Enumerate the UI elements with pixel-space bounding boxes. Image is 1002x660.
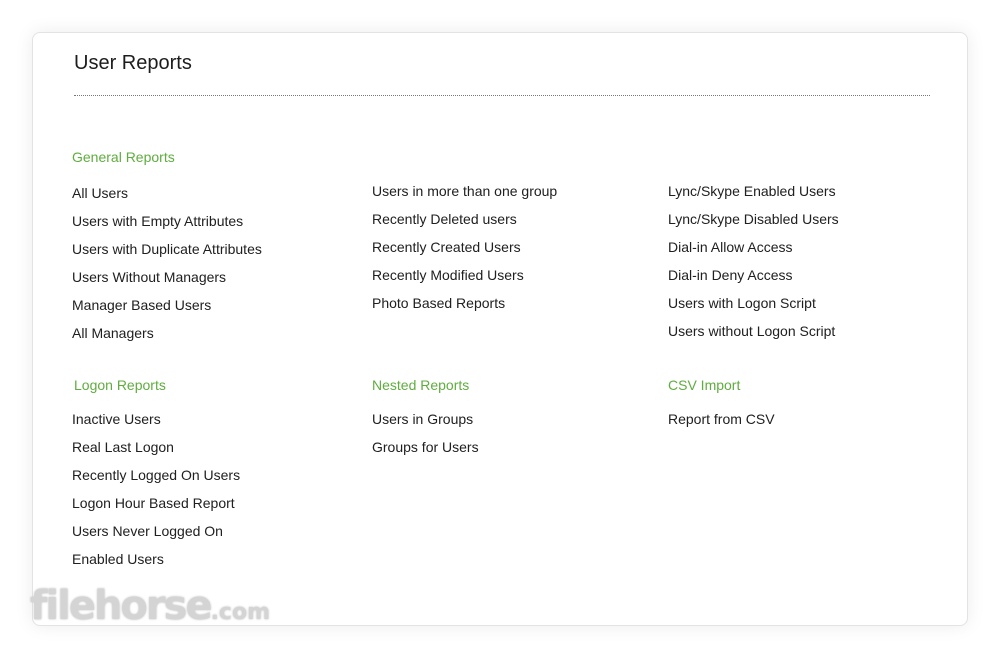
report-link[interactable]: Users with Empty Attributes [72, 212, 262, 240]
section-title-logon-reports: Logon Reports [74, 377, 166, 393]
report-link[interactable]: Users in more than one group [372, 182, 557, 210]
section-title-general-reports: General Reports [72, 149, 175, 165]
report-link[interactable]: Enabled Users [72, 550, 240, 578]
report-link[interactable]: Real Last Logon [72, 438, 240, 466]
report-link[interactable]: Report from CSV [668, 410, 775, 438]
report-link[interactable]: Recently Created Users [372, 238, 557, 266]
logon-reports-list: Inactive Users Real Last Logon Recently … [72, 410, 240, 578]
nested-reports-list: Users in Groups Groups for Users [372, 410, 479, 466]
filehorse-watermark-logo: filehorse.com [30, 586, 270, 626]
watermark-brand: filehorse [30, 583, 213, 629]
report-link[interactable]: Photo Based Reports [372, 294, 557, 322]
general-reports-column-3: Lync/Skype Enabled Users Lync/Skype Disa… [668, 182, 839, 350]
report-link[interactable]: Logon Hour Based Report [72, 494, 240, 522]
section-title-csv-import: CSV Import [668, 377, 741, 393]
report-link[interactable]: Recently Logged On Users [72, 466, 240, 494]
report-link[interactable]: Inactive Users [72, 410, 240, 438]
section-title-nested-reports: Nested Reports [372, 377, 470, 393]
csv-import-list: Report from CSV [668, 410, 775, 438]
report-link[interactable]: Users Without Managers [72, 268, 262, 296]
general-reports-column-1: All Users Users with Empty Attributes Us… [72, 184, 262, 352]
report-link[interactable]: Manager Based Users [72, 296, 262, 324]
report-link[interactable]: Users without Logon Script [668, 322, 839, 350]
title-divider [74, 95, 930, 96]
report-link[interactable]: All Managers [72, 324, 262, 352]
report-link[interactable]: Recently Modified Users [372, 266, 557, 294]
watermark-suffix: .com [210, 600, 271, 625]
user-reports-card: User Reports General Reports All Users U… [32, 32, 968, 626]
report-link[interactable]: Users with Logon Script [668, 294, 839, 322]
general-reports-column-2: Users in more than one group Recently De… [372, 182, 557, 322]
report-link[interactable]: Dial-in Allow Access [668, 238, 839, 266]
page-title: User Reports [74, 52, 192, 74]
report-link[interactable]: Dial-in Deny Access [668, 266, 839, 294]
report-link[interactable]: Lync/Skype Enabled Users [668, 182, 839, 210]
report-link[interactable]: Recently Deleted users [372, 210, 557, 238]
report-link[interactable]: Users with Duplicate Attributes [72, 240, 262, 268]
report-link[interactable]: Users in Groups [372, 410, 479, 438]
report-link[interactable]: All Users [72, 184, 262, 212]
report-link[interactable]: Lync/Skype Disabled Users [668, 210, 839, 238]
report-link[interactable]: Groups for Users [372, 438, 479, 466]
report-link[interactable]: Users Never Logged On [72, 522, 240, 550]
